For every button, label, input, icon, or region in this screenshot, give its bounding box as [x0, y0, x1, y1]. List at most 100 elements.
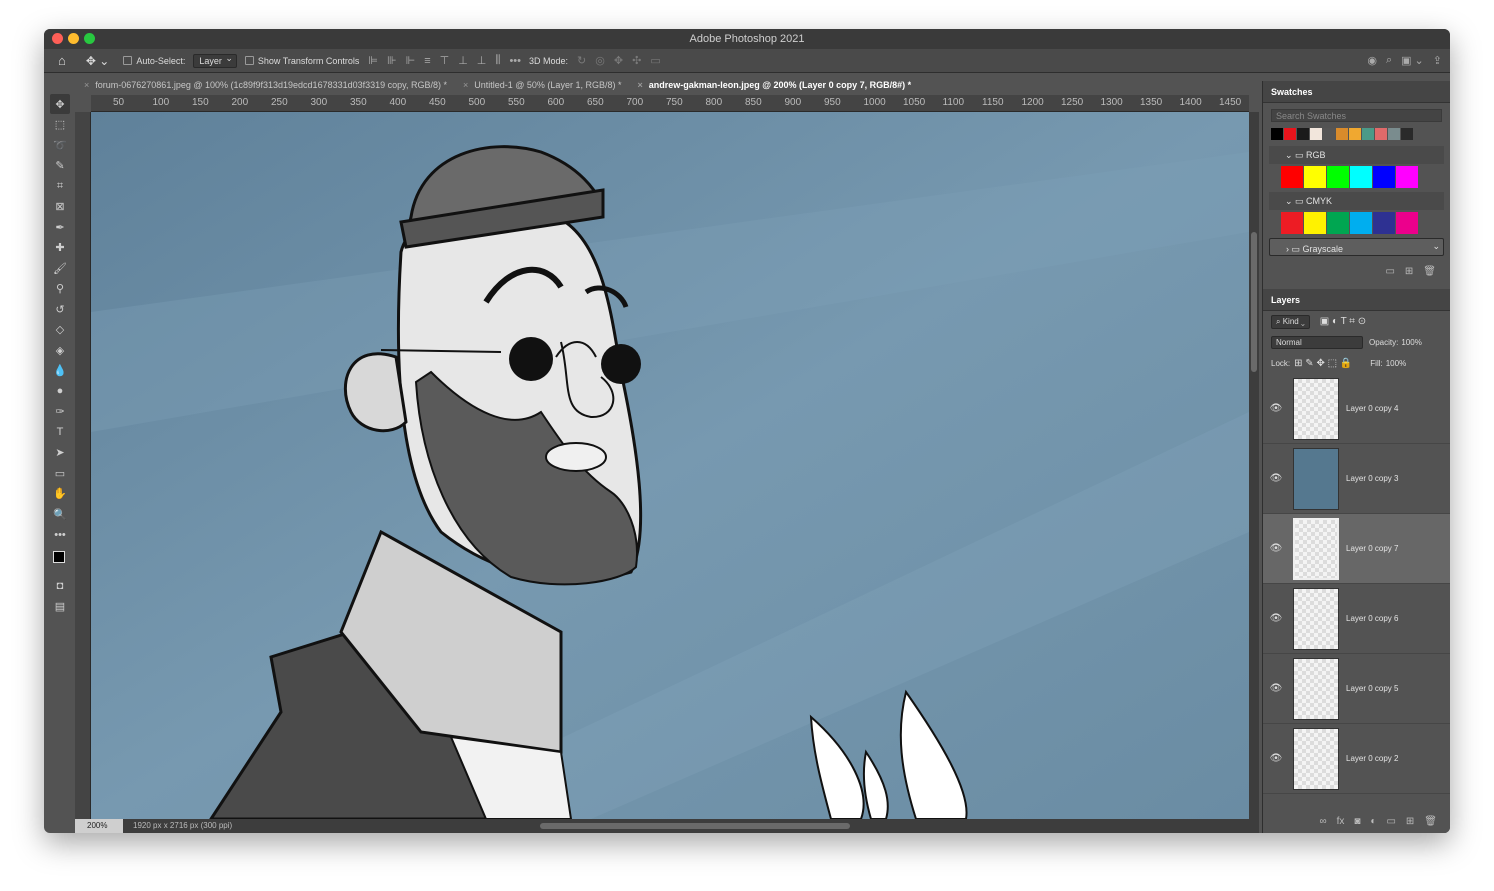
fill-value[interactable]: 100% — [1386, 359, 1406, 368]
color-swatch[interactable] — [1396, 166, 1418, 188]
opacity-value[interactable]: 100% — [1401, 338, 1421, 347]
color-swatch[interactable] — [1396, 212, 1418, 234]
layer-row[interactable]: 👁 Layer 0 copy 3 — [1263, 444, 1450, 514]
document-info[interactable]: 1920 px x 2716 px (300 ppi) — [133, 819, 232, 833]
layer-row[interactable]: 👁 Layer 0 copy 2 — [1263, 724, 1450, 794]
trash-icon[interactable]: 🗑 — [1424, 816, 1437, 833]
filter-icons[interactable]: ▣ ◐ T ⌗ ⊙ — [1320, 316, 1366, 327]
link-icon[interactable]: ∞ — [1319, 816, 1326, 833]
new-group-icon[interactable]: ▭ — [1385, 266, 1394, 277]
align-right-icon[interactable]: ⊩ — [406, 54, 416, 67]
dodge-tool-icon[interactable]: ● — [50, 381, 70, 401]
color-swatch[interactable] — [1350, 212, 1372, 234]
eyedropper-tool-icon[interactable]: ✒ — [50, 217, 70, 237]
search-swatches-input[interactable]: Search Swatches — [1271, 109, 1442, 122]
more-options-icon[interactable]: ••• — [509, 55, 521, 67]
color-swatch[interactable] — [1327, 166, 1349, 188]
eraser-tool-icon[interactable]: ◇ — [50, 320, 70, 340]
align-center-icon[interactable]: ⊪ — [387, 54, 397, 67]
visibility-eye-icon[interactable]: 👁 — [1263, 543, 1289, 554]
color-swatch[interactable] — [1373, 166, 1395, 188]
align-middle-icon[interactable]: ⊥ — [458, 54, 468, 67]
crop-tool-icon[interactable]: ⌗ — [50, 176, 70, 196]
close-tab-icon[interactable]: × — [463, 80, 468, 90]
recent-swatch[interactable] — [1375, 128, 1387, 140]
color-swatches-icon[interactable] — [50, 545, 70, 575]
auto-select-checkbox[interactable]: Auto-Select: — [123, 56, 185, 66]
recent-swatch[interactable] — [1284, 128, 1296, 140]
document-tab[interactable]: × forum-0676270861.jpeg @ 100% (1c89f9f31… — [78, 76, 457, 94]
mask-icon[interactable]: ◙ — [1354, 816, 1360, 833]
layer-row[interactable]: 👁 Layer 0 copy 6 — [1263, 584, 1450, 654]
distribute-icon[interactable]: ≡ — [424, 55, 430, 67]
align-left-icon[interactable]: ⊫ — [368, 54, 378, 67]
swatches-panel-title[interactable]: Swatches — [1263, 81, 1450, 103]
swatch-group-grayscale[interactable]: › ▭ Grayscale — [1269, 237, 1444, 256]
quick-mask-icon[interactable]: ◘ — [50, 576, 70, 596]
frame-tool-icon[interactable]: ⊠ — [50, 197, 70, 217]
healing-brush-icon[interactable]: ✚ — [50, 238, 70, 258]
close-tab-icon[interactable]: × — [637, 80, 642, 90]
color-swatch[interactable] — [1327, 212, 1349, 234]
lock-icons[interactable]: ⊞ ✎ ✥ ⬚ 🔒 — [1294, 358, 1352, 369]
move-tool-icon[interactable]: ✥ — [50, 94, 70, 114]
pen-tool-icon[interactable]: ✑ — [50, 402, 70, 422]
brush-tool-icon[interactable]: 🖌 — [50, 258, 70, 278]
blur-tool-icon[interactable]: 💧 — [50, 361, 70, 381]
recent-swatch[interactable] — [1336, 128, 1348, 140]
share-icon[interactable]: ⇪ — [1433, 54, 1442, 67]
marquee-tool-icon[interactable]: ⬚ — [50, 115, 70, 135]
zoom-tool-icon[interactable]: 🔍 — [50, 504, 70, 524]
distribute-vertical-icon[interactable]: ⫼ — [495, 54, 500, 67]
visibility-eye-icon[interactable]: 👁 — [1263, 613, 1289, 624]
color-swatch[interactable] — [1350, 166, 1372, 188]
zoom-button[interactable] — [84, 33, 95, 44]
home-icon[interactable]: ⌂ — [58, 53, 66, 68]
recent-swatch[interactable] — [1349, 128, 1361, 140]
hand-tool-icon[interactable]: ✋ — [50, 484, 70, 504]
search-icon[interactable]: ⌕ — [1386, 54, 1392, 67]
horizontal-scrollbar[interactable] — [540, 823, 850, 829]
layer-filter-dropdown[interactable]: ⌕ Kind ⌄ — [1271, 314, 1310, 329]
edit-toolbar-icon[interactable]: ••• — [50, 525, 70, 545]
auto-select-dropdown[interactable]: Layer — [193, 53, 237, 68]
visibility-eye-icon[interactable]: 👁 — [1263, 473, 1289, 484]
new-layer-icon[interactable]: ⊞ — [1406, 816, 1414, 833]
minimize-button[interactable] — [68, 33, 79, 44]
document-tab-active[interactable]: × andrew-gakman-leon.jpeg @ 200% (Layer 0… — [631, 76, 922, 94]
visibility-eye-icon[interactable]: 👁 — [1263, 753, 1289, 764]
align-top-icon[interactable]: ⊤ — [440, 54, 450, 67]
color-swatch[interactable] — [1304, 166, 1326, 188]
document-canvas[interactable] — [91, 112, 1249, 819]
color-swatch[interactable] — [1281, 212, 1303, 234]
swatch-group-rgb[interactable]: ⌄ ▭ RGB — [1269, 146, 1444, 164]
zoom-level[interactable]: 200% — [75, 819, 123, 833]
paint-bucket-icon[interactable]: ◈ — [50, 340, 70, 360]
show-transform-checkbox[interactable]: Show Transform Controls — [244, 56, 359, 66]
clone-stamp-icon[interactable]: ⚲ — [50, 279, 70, 299]
folder-icon[interactable]: ▭ — [1386, 816, 1395, 833]
recent-swatch[interactable] — [1271, 128, 1283, 140]
recent-swatch[interactable] — [1323, 128, 1335, 140]
color-swatch[interactable] — [1304, 212, 1326, 234]
color-swatch[interactable] — [1281, 166, 1303, 188]
workspace-icon[interactable]: ▣ ⌄ — [1401, 54, 1424, 67]
blend-mode-dropdown[interactable]: Normal — [1271, 336, 1363, 349]
new-swatch-icon[interactable]: ⊞ — [1405, 266, 1413, 277]
account-icon[interactable]: ◉ — [1367, 54, 1377, 67]
history-brush-icon[interactable]: ↺ — [50, 299, 70, 319]
screen-mode-icon[interactable]: ▤ — [50, 596, 70, 616]
delete-swatch-icon[interactable]: 🗑 — [1423, 266, 1436, 277]
vertical-scrollbar[interactable] — [1249, 112, 1259, 819]
quick-select-tool-icon[interactable]: ✎ — [50, 156, 70, 176]
recent-swatch[interactable] — [1388, 128, 1400, 140]
lasso-tool-icon[interactable]: ➰ — [50, 135, 70, 155]
close-tab-icon[interactable]: × — [84, 80, 89, 90]
layers-panel-title[interactable]: Layers — [1263, 289, 1450, 311]
visibility-eye-icon[interactable]: 👁 — [1263, 403, 1289, 414]
path-select-icon[interactable]: ➤ — [50, 443, 70, 463]
recent-swatch[interactable] — [1297, 128, 1309, 140]
fx-icon[interactable]: fx — [1337, 816, 1345, 833]
layer-row[interactable]: 👁 Layer 0 copy 4 — [1263, 374, 1450, 444]
move-tool-preset-icon[interactable]: ✥ ⌄ — [86, 54, 109, 68]
